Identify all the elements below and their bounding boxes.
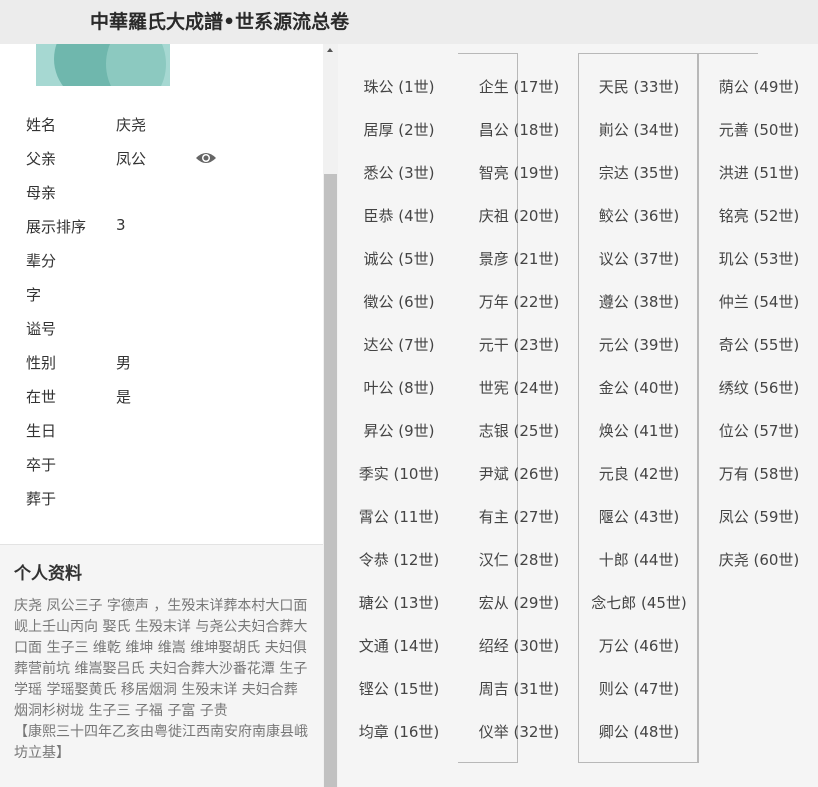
field-label: 字 bbox=[26, 286, 42, 304]
field-label: 父亲 bbox=[26, 150, 57, 168]
field-label: 母亲 bbox=[26, 184, 57, 202]
generation-node[interactable]: 天民 (33世) bbox=[584, 76, 694, 97]
generation-node[interactable]: 元良 (42世) bbox=[584, 463, 694, 484]
generation-node[interactable]: 智亮 (19世) bbox=[464, 162, 574, 183]
tree-connector bbox=[458, 53, 518, 763]
generation-node[interactable]: 汉仁 (28世) bbox=[464, 549, 574, 570]
lineage-tree-panel: 珠公 (1世) 居厚 (2世) 悉公 (3世) 臣恭 (4世) 诚公 (5世) 徵公 (6… bbox=[338, 44, 818, 787]
generation-node[interactable]: 令恭 (12世) bbox=[344, 549, 454, 570]
field-value: 是 bbox=[116, 388, 132, 406]
scroll-up-arrow-icon[interactable] bbox=[327, 48, 333, 52]
person-detail-panel: 姓名 庆尧父亲 凤公母亲展示排序 3 辈分字谥号性别 男在世 是生日卒于葬于 个人资料 庆尧… bbox=[0, 44, 323, 787]
generation-node[interactable]: 洪进 (51世) bbox=[704, 162, 814, 183]
generation-node[interactable]: 景彦 (21世) bbox=[464, 248, 574, 269]
generation-node[interactable]: 霄公 (11世) bbox=[344, 506, 454, 527]
field-label: 展示排序 bbox=[26, 218, 87, 236]
generation-node[interactable]: 万有 (58世) bbox=[704, 463, 814, 484]
generation-node[interactable]: 周吉 (31世) bbox=[464, 678, 574, 699]
field-label: 在世 bbox=[26, 388, 57, 406]
generation-node[interactable]: 臣恭 (4世) bbox=[344, 205, 454, 226]
generation-node[interactable]: 则公 (47世) bbox=[584, 678, 694, 699]
generation-node[interactable]: 庆祖 (20世) bbox=[464, 205, 574, 226]
generation-node[interactable]: 凤公 (59世) bbox=[704, 506, 814, 527]
left-panel-scrollbar[interactable] bbox=[323, 44, 338, 787]
generation-node[interactable]: 庆尧 (60世) bbox=[704, 549, 814, 570]
profile-note: 【康熙三十四年乙亥由粤徙江西南安府南康县峨坊立基】 bbox=[14, 724, 308, 761]
scrollbar-thumb[interactable] bbox=[324, 174, 337, 787]
generation-node[interactable]: 焕公 (41世) bbox=[584, 420, 694, 441]
field-label: 谥号 bbox=[26, 320, 57, 338]
generation-node[interactable]: 文通 (14世) bbox=[344, 635, 454, 656]
generation-node[interactable]: 昇公 (9世) bbox=[344, 420, 454, 441]
eye-icon[interactable] bbox=[195, 150, 217, 164]
tree-connector bbox=[578, 53, 638, 763]
generation-node[interactable]: 达公 (7世) bbox=[344, 334, 454, 355]
generation-node[interactable]: 荫公 (49世) bbox=[704, 76, 814, 97]
app-header: 中華羅氏大成譜•世系源流总卷 bbox=[0, 0, 818, 45]
generation-node[interactable]: 玑公 (53世) bbox=[704, 248, 814, 269]
page-title: 中華羅氏大成譜•世系源流总卷 bbox=[90, 11, 350, 33]
generation-node[interactable]: 崱公 (34世) bbox=[584, 119, 694, 140]
generation-node[interactable]: 尹斌 (26世) bbox=[464, 463, 574, 484]
tree-connector bbox=[698, 53, 758, 763]
field-label: 性别 bbox=[26, 354, 57, 372]
generation-node[interactable]: 卿公 (48世) bbox=[584, 721, 694, 742]
field-value: 庆尧 bbox=[116, 116, 147, 134]
generation-node[interactable]: 隁公 (43世) bbox=[584, 506, 694, 527]
generation-node[interactable]: 珠公 (1世) bbox=[344, 76, 454, 97]
generation-node[interactable]: 有主 (27世) bbox=[464, 506, 574, 527]
generation-node[interactable]: 叶公 (8世) bbox=[344, 377, 454, 398]
generation-node[interactable]: 奇公 (55世) bbox=[704, 334, 814, 355]
generation-node[interactable]: 万年 (22世) bbox=[464, 291, 574, 312]
portrait-image bbox=[36, 44, 170, 86]
field-label: 生日 bbox=[26, 422, 57, 440]
generation-node[interactable]: 志银 (25世) bbox=[464, 420, 574, 441]
generation-node[interactable]: 念七郎 (45世) bbox=[584, 592, 694, 613]
generation-node[interactable]: 元善 (50世) bbox=[704, 119, 814, 140]
tree-connector bbox=[638, 53, 698, 763]
generation-node[interactable]: 企生 (17世) bbox=[464, 76, 574, 97]
generation-node[interactable]: 元干 (23世) bbox=[464, 334, 574, 355]
generation-node[interactable]: 瑭公 (13世) bbox=[344, 592, 454, 613]
field-label: 辈分 bbox=[26, 252, 57, 270]
profile-text: 庆尧 凤公三子 字德声 ，生殁末详葬本村大口面岘上壬山丙向 娶氏 生殁末详 与尧… bbox=[14, 596, 314, 764]
generation-node[interactable]: 金公 (40世) bbox=[584, 377, 694, 398]
generation-node[interactable]: 仪举 (32世) bbox=[464, 721, 574, 742]
generation-node[interactable]: 元公 (39世) bbox=[584, 334, 694, 355]
field-value: 男 bbox=[116, 354, 132, 372]
generation-node[interactable]: 位公 (57世) bbox=[704, 420, 814, 441]
generation-node[interactable]: 仲兰 (54世) bbox=[704, 291, 814, 312]
profile-body: 庆尧 凤公三子 字德声 ，生殁末详葬本村大口面岘上壬山丙向 娶氏 生殁末详 与尧… bbox=[14, 598, 308, 719]
generation-node[interactable]: 宗达 (35世) bbox=[584, 162, 694, 183]
generation-node[interactable]: 悉公 (3世) bbox=[344, 162, 454, 183]
generation-node[interactable]: 绣纹 (56世) bbox=[704, 377, 814, 398]
generation-node[interactable]: 季实 (10世) bbox=[344, 463, 454, 484]
generation-node[interactable]: 均章 (16世) bbox=[344, 721, 454, 742]
generation-node[interactable]: 徵公 (6世) bbox=[344, 291, 454, 312]
generation-node[interactable]: 万公 (46世) bbox=[584, 635, 694, 656]
generation-node[interactable]: 铭亮 (52世) bbox=[704, 205, 814, 226]
generation-node[interactable]: 居厚 (2世) bbox=[344, 119, 454, 140]
generation-node[interactable]: 宏从 (29世) bbox=[464, 592, 574, 613]
generation-node[interactable]: 昌公 (18世) bbox=[464, 119, 574, 140]
generation-node[interactable]: 铿公 (15世) bbox=[344, 678, 454, 699]
field-value: 凤公 bbox=[116, 150, 147, 168]
generation-node[interactable]: 十郎 (44世) bbox=[584, 549, 694, 570]
profile-section: 个人资料 庆尧 凤公三子 字德声 ，生殁末详葬本村大口面岘上壬山丙向 娶氏 生殁… bbox=[0, 544, 323, 787]
profile-title: 个人资料 bbox=[14, 564, 82, 584]
field-label: 姓名 bbox=[26, 116, 57, 134]
generation-node[interactable]: 诚公 (5世) bbox=[344, 248, 454, 269]
field-value: 3 bbox=[116, 216, 126, 234]
generation-node[interactable]: 绍经 (30世) bbox=[464, 635, 574, 656]
generation-node[interactable]: 世宪 (24世) bbox=[464, 377, 574, 398]
field-label: 卒于 bbox=[26, 456, 57, 474]
field-label: 葬于 bbox=[26, 490, 57, 508]
generation-node[interactable]: 遵公 (38世) bbox=[584, 291, 694, 312]
generation-node[interactable]: 鲛公 (36世) bbox=[584, 205, 694, 226]
generation-node[interactable]: 议公 (37世) bbox=[584, 248, 694, 269]
